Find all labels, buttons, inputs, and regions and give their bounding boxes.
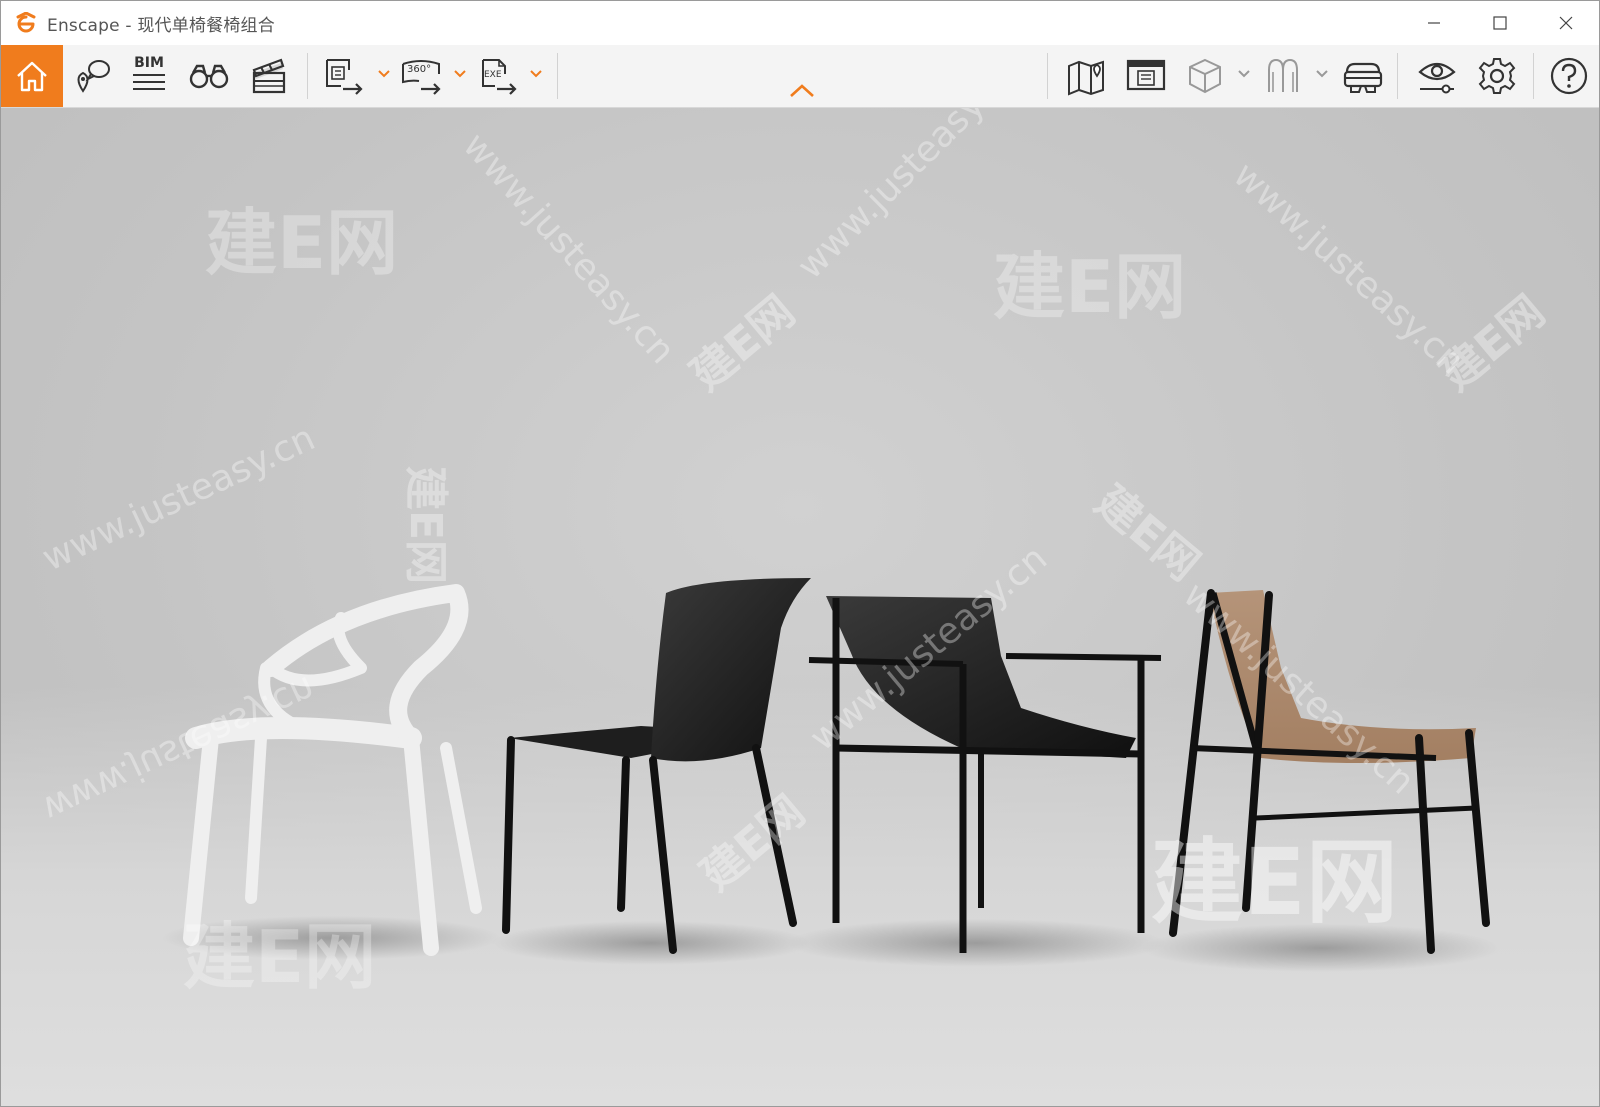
binoculars-button[interactable] xyxy=(187,45,231,107)
chevron-down-icon xyxy=(454,70,466,78)
map-pin-icon xyxy=(77,60,110,93)
render-viewport[interactable]: 建E网 建E网 建E网 建E网 建E网 建E网 建E网 建E网 建E网 www.… xyxy=(1,108,1599,1106)
vr-headset-icon xyxy=(1343,62,1383,93)
title-separator: - xyxy=(119,15,138,36)
chevron-down-icon xyxy=(1238,70,1250,78)
exe-export-button[interactable]: EXE xyxy=(477,45,521,107)
help-button[interactable] xyxy=(1545,45,1593,107)
chevron-down-icon xyxy=(378,70,390,78)
window-controls xyxy=(1401,1,1599,45)
exe-label: EXE xyxy=(484,70,502,80)
chevron-down-icon xyxy=(530,70,542,78)
asset-library-button[interactable] xyxy=(1261,45,1305,107)
collapse-toolbar-button[interactable] xyxy=(789,83,815,99)
vr-headset-button[interactable] xyxy=(1339,45,1387,107)
screenshot-export-button[interactable] xyxy=(321,45,367,107)
clapper-icon xyxy=(252,58,286,94)
screenshot-export-dropdown[interactable] xyxy=(377,67,391,81)
window-title: Enscape - 现代单椅餐椅组合 xyxy=(47,11,275,36)
live-update-button[interactable] xyxy=(71,45,115,107)
binoculars-icon xyxy=(189,64,229,89)
document-title: 现代单椅餐椅组合 xyxy=(137,15,275,36)
panorama-label: 360° xyxy=(407,64,432,75)
map-icon xyxy=(1068,60,1104,96)
minimize-button[interactable] xyxy=(1401,1,1467,45)
bim-button[interactable]: BIM xyxy=(127,45,171,107)
black-shell-chair xyxy=(502,578,811,954)
visual-settings-icon xyxy=(1418,62,1456,94)
panorama-export-icon: 360° xyxy=(401,56,443,96)
chevron-up-icon xyxy=(790,84,814,97)
asset-library-dropdown[interactable] xyxy=(1315,67,1329,81)
toolbar-separator xyxy=(1533,53,1534,99)
chairs-scene xyxy=(161,578,1501,972)
black-sling-armchair xyxy=(808,596,1162,953)
bim-icon xyxy=(133,74,165,90)
settings-gear-icon xyxy=(1478,58,1516,94)
enscape-window: Enscape - 现代单椅餐椅组合 BIM 360° EXE 建E网 建E网 … xyxy=(0,0,1600,1107)
settings-button[interactable] xyxy=(1473,45,1521,107)
close-button[interactable] xyxy=(1533,1,1599,45)
object-button[interactable] xyxy=(1183,45,1227,107)
exe-export-icon: EXE xyxy=(479,56,519,96)
view-management-icon xyxy=(1126,59,1166,91)
panorama-export-button[interactable]: 360° xyxy=(399,45,445,107)
bim-label: BIM xyxy=(134,55,164,71)
leather-sling-chair xyxy=(1169,589,1490,954)
screenshot-export-icon xyxy=(326,59,363,95)
toolbar-separator xyxy=(307,53,308,99)
help-icon xyxy=(1550,57,1588,95)
chevron-down-icon xyxy=(1316,70,1328,78)
asset-library-icon xyxy=(1268,58,1298,92)
video-editor-button[interactable] xyxy=(247,45,291,107)
object-dropdown[interactable] xyxy=(1237,67,1251,81)
panorama-export-dropdown[interactable] xyxy=(453,67,467,81)
visual-settings-button[interactable] xyxy=(1413,45,1461,107)
exe-export-dropdown[interactable] xyxy=(529,67,543,81)
close-icon xyxy=(1559,16,1573,30)
minimize-icon xyxy=(1428,22,1440,24)
app-name: Enscape xyxy=(47,15,120,36)
toolbar-separator xyxy=(557,53,558,99)
toolbar-separator xyxy=(1047,53,1048,99)
enscape-logo-icon xyxy=(15,11,39,35)
map-button[interactable] xyxy=(1063,45,1109,107)
maximize-button[interactable] xyxy=(1467,1,1533,45)
home-button[interactable] xyxy=(1,45,63,107)
home-icon xyxy=(17,61,47,92)
main-toolbar: BIM 360° EXE xyxy=(1,45,1599,108)
title-bar: Enscape - 现代单椅餐椅组合 xyxy=(1,1,1599,45)
white-sculptural-chair xyxy=(183,584,482,956)
maximize-icon xyxy=(1493,16,1507,30)
cube-icon xyxy=(1189,58,1221,94)
view-management-button[interactable] xyxy=(1123,45,1169,107)
toolbar-separator xyxy=(1397,53,1398,99)
